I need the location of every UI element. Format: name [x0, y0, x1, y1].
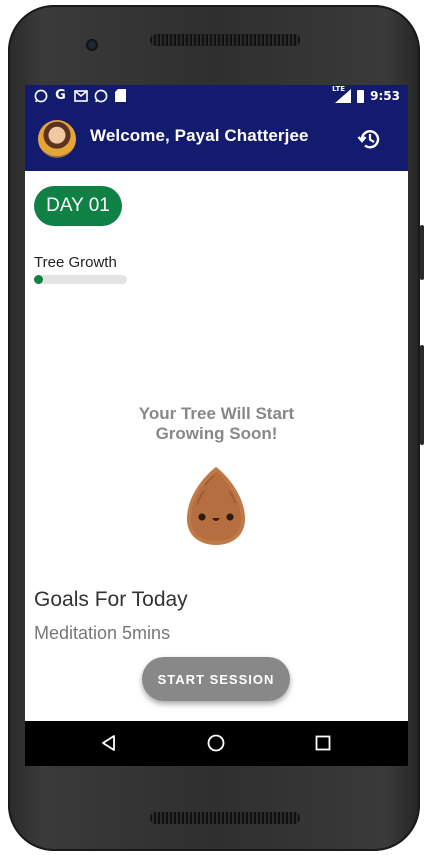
- front-camera: [86, 39, 98, 51]
- recents-icon[interactable]: [311, 731, 335, 755]
- signal-icon: LTE: [332, 85, 352, 103]
- gmail-icon: [73, 88, 88, 103]
- google-icon: G: [55, 88, 66, 103]
- battery-icon: [357, 89, 365, 103]
- day-badge: DAY 01: [34, 186, 122, 226]
- whatsapp-icon: [93, 88, 108, 103]
- tree-message-line-1: Your Tree Will Start: [138, 404, 295, 423]
- goals-title: Goals For Today: [34, 588, 188, 611]
- back-icon[interactable]: [97, 731, 121, 755]
- tree-growth-label: Tree Growth: [34, 254, 117, 271]
- whatsapp-icon: [33, 88, 48, 103]
- bottom-speaker: [150, 812, 300, 824]
- power-button: [420, 345, 424, 445]
- status-bar: G LTE 9:53: [25, 85, 408, 108]
- navigation-bar: [25, 721, 408, 766]
- home-icon[interactable]: [204, 731, 228, 755]
- app-screen: G LTE 9:53 Welcome, Payal Chatterjee DAY…: [25, 85, 408, 766]
- clock: 9:53: [370, 89, 400, 103]
- network-type-label: LTE: [332, 85, 345, 93]
- top-speaker: [150, 34, 300, 46]
- tree-growth-progress-fill: [34, 275, 44, 284]
- seed-character-icon: [183, 465, 249, 547]
- avatar[interactable]: [38, 120, 76, 158]
- tree-growth-progress-bar: [34, 275, 127, 284]
- tree-message-line-2: Growing Soon!: [155, 424, 278, 443]
- start-session-button[interactable]: START SESSION: [142, 657, 290, 701]
- history-icon[interactable]: [357, 126, 383, 152]
- sd-card-icon: [113, 88, 128, 103]
- app-bar: Welcome, Payal Chatterjee: [25, 108, 408, 171]
- goal-item: Meditation 5mins: [34, 623, 171, 643]
- volume-button: [420, 225, 424, 280]
- welcome-title: Welcome, Payal Chatterjee: [90, 126, 309, 145]
